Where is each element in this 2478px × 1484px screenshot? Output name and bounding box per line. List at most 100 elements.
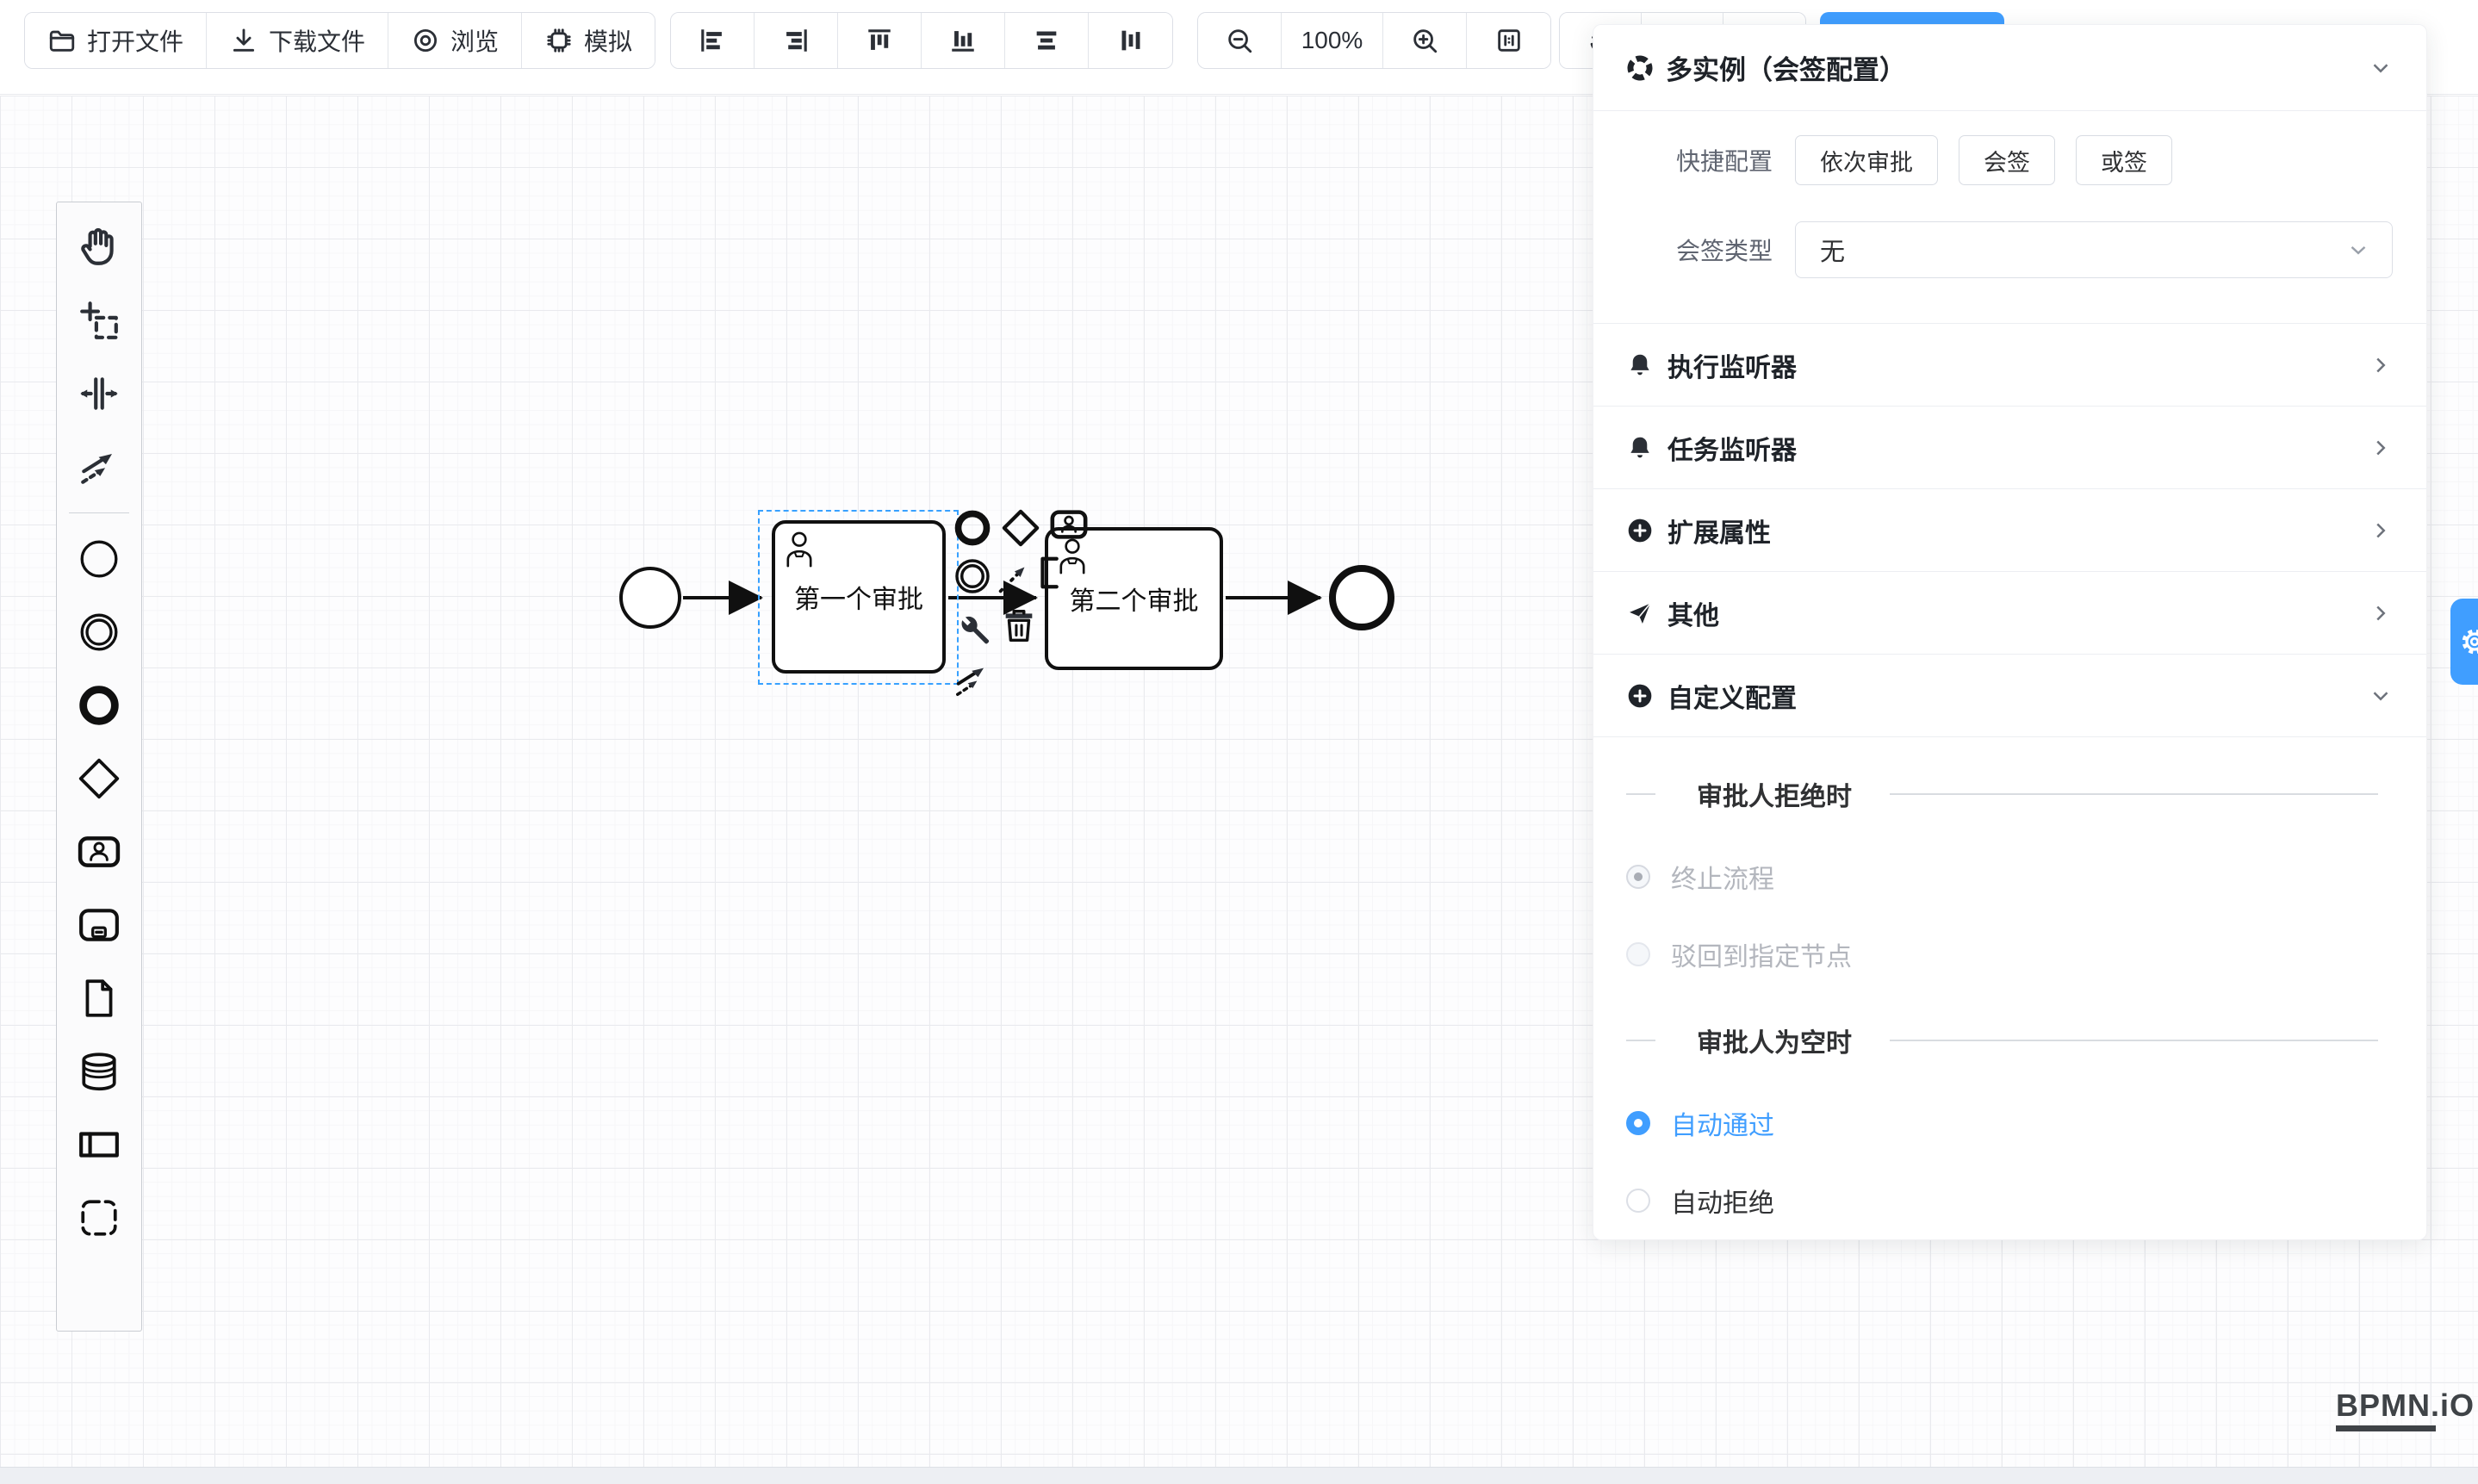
radio-terminate-process[interactable]: 终止流程 [1626, 858, 2426, 896]
create-intermediate-event[interactable] [77, 610, 121, 655]
create-participant[interactable] [77, 1122, 121, 1167]
change-element-button[interactable] [952, 609, 993, 650]
append-gateway-button[interactable] [1000, 507, 1041, 549]
radio-icon [1626, 1111, 1650, 1135]
align-right-button[interactable] [755, 13, 838, 68]
custom-config-content: 审批人拒绝时 终止流程 驳回到指定节点 审批人为空时 自动通过 [1593, 737, 2426, 1240]
preview-icon [411, 26, 440, 55]
bpmn-io-logo-text: BPMN.iO [2336, 1388, 2475, 1424]
radio-icon [1626, 942, 1650, 966]
download-file-button[interactable]: 下载文件 [207, 13, 388, 68]
create-user-task[interactable] [77, 829, 121, 874]
preview-label: 浏览 [450, 23, 499, 58]
create-subprocess[interactable] [77, 903, 121, 947]
align-left-icon [698, 26, 727, 55]
bell-icon [1626, 434, 1654, 462]
sign-type-label: 会签类型 [1593, 233, 1773, 267]
section-extended-properties[interactable]: 扩展属性 [1593, 489, 2426, 572]
space-tool[interactable] [77, 371, 121, 416]
bell-icon [1626, 351, 1654, 379]
align-center-horizontal-button[interactable] [1005, 13, 1089, 68]
section-custom-config[interactable]: 自定义配置 [1593, 655, 2426, 737]
radio-auto-pass[interactable]: 自动通过 [1626, 1104, 2426, 1142]
user-icon [784, 531, 815, 568]
create-data-store[interactable] [77, 1049, 121, 1094]
association-arrow [993, 557, 1034, 599]
quick-config-countersign-button[interactable]: 会签 [1959, 135, 2055, 185]
fit-viewport-button[interactable] [1467, 13, 1550, 68]
settings-tab[interactable] [2450, 599, 2478, 685]
global-connect-tool[interactable] [77, 444, 121, 489]
sign-type-select[interactable]: 无 [1795, 221, 2393, 278]
task-label: 第一个审批 [794, 578, 923, 616]
start-event[interactable] [619, 567, 681, 629]
open-file-label: 打开文件 [87, 23, 183, 58]
bpmn-io-logo[interactable]: BPMN.iO [2336, 1388, 2475, 1431]
radio-return-to-node[interactable]: 驳回到指定节点 [1626, 935, 2426, 973]
append-intermediate-event-button[interactable] [952, 556, 993, 597]
chevron-down-icon [2368, 683, 2394, 709]
panel-header[interactable]: 多实例（会签配置） [1593, 25, 2426, 111]
align-button-group [670, 12, 1173, 69]
quick-config-sequential-button[interactable]: 依次审批 [1795, 135, 1938, 185]
panel-title: 多实例（会签配置） [1666, 48, 2356, 87]
task-first-approval[interactable]: 第一个审批 [772, 520, 946, 674]
section-execution-listener[interactable]: 执行监听器 [1593, 324, 2426, 407]
create-start-event[interactable] [77, 537, 121, 581]
radio-icon [1626, 865, 1650, 889]
section-task-listener[interactable]: 任务监听器 [1593, 407, 2426, 489]
create-data-object[interactable] [77, 976, 121, 1021]
align-right-icon [781, 26, 810, 55]
append-text-annotation-button[interactable] [1031, 552, 1072, 593]
empty-group-title: 审批人为空时 [1697, 1021, 1852, 1059]
sign-type-value: 无 [1820, 232, 2345, 268]
quick-config-row: 快捷配置 依次审批 会签 或签 [1593, 135, 2426, 185]
reject-group-divider: 审批人拒绝时 [1593, 775, 2426, 813]
context-pad [952, 507, 1124, 817]
chevron-down-icon[interactable] [2368, 55, 2394, 81]
fit-viewport-icon [1494, 26, 1524, 55]
lasso-tool[interactable] [77, 298, 121, 343]
create-gateway[interactable] [77, 756, 121, 801]
align-left-button[interactable] [671, 13, 755, 68]
simulate-label: 模拟 [584, 23, 632, 58]
gear-icon [2457, 624, 2478, 659]
align-middle-vertical-button[interactable] [1089, 13, 1172, 68]
chevron-right-icon [2368, 352, 2394, 378]
zoom-level: 100% [1282, 13, 1383, 68]
palette [56, 202, 142, 1332]
append-user-task-button[interactable] [1048, 504, 1090, 545]
create-end-event[interactable] [77, 683, 121, 728]
zoom-button-group: 100% [1197, 12, 1551, 69]
hand-tool[interactable] [77, 225, 121, 270]
simulate-button[interactable]: 模拟 [522, 13, 655, 68]
properties-panel: 多实例（会签配置） 快捷配置 依次审批 会签 或签 会签类型 无 [1593, 24, 2427, 1240]
chevron-down-icon [2345, 237, 2371, 263]
align-top-button[interactable] [838, 13, 922, 68]
section-other[interactable]: 其他 [1593, 572, 2426, 655]
preview-button[interactable]: 浏览 [388, 13, 522, 68]
zoom-in-button[interactable] [1383, 13, 1467, 68]
sign-type-row: 会签类型 无 [1593, 221, 2426, 278]
align-bottom-button[interactable] [922, 13, 1005, 68]
multi-instance-icon [1626, 54, 1654, 82]
align-top-icon [865, 26, 894, 55]
align-bottom-icon [948, 26, 978, 55]
quick-config-label: 快捷配置 [1593, 143, 1773, 177]
open-file-button[interactable]: 打开文件 [25, 13, 207, 68]
end-event[interactable] [1329, 565, 1394, 630]
chevron-right-icon [2368, 518, 2394, 543]
zoom-out-button[interactable] [1198, 13, 1282, 68]
panel-sections: 执行监听器 任务监听器 扩展属性 其他 自定义配置 [1593, 323, 2426, 737]
chevron-right-icon [2368, 435, 2394, 461]
download-icon [229, 26, 258, 55]
panel-form: 快捷配置 依次审批 会签 或签 会签类型 无 [1593, 111, 2426, 323]
create-group[interactable] [77, 1195, 121, 1240]
radio-auto-reject[interactable]: 自动拒绝 [1626, 1182, 2426, 1220]
chevron-right-icon [2368, 600, 2394, 626]
connect-button[interactable] [952, 659, 993, 700]
append-end-event-button[interactable] [952, 507, 993, 549]
folder-open-icon [47, 26, 77, 55]
delete-button[interactable] [998, 605, 1040, 647]
quick-config-orsign-button[interactable]: 或签 [2076, 135, 2172, 185]
